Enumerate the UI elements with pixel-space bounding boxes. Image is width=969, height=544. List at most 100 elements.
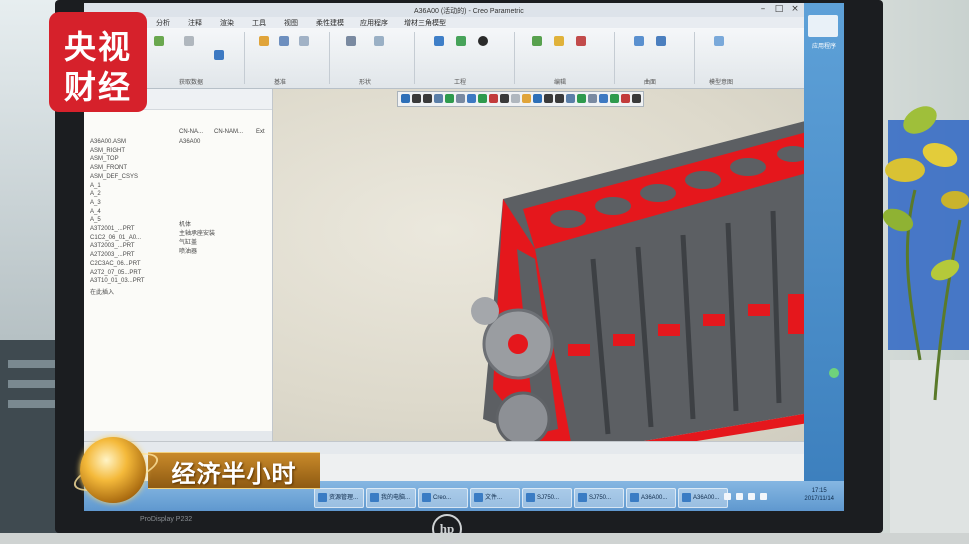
tree-row[interactable]: A_1 <box>90 183 101 191</box>
gadget-logo[interactable] <box>808 15 838 37</box>
menu-tools[interactable]: 工具 <box>252 18 266 28</box>
ribbon: 操作 获取数据 基准 形状 工程 编辑 曲面 模型意图 <box>84 28 844 89</box>
app-icon <box>682 493 691 502</box>
menu-render[interactable]: 渲染 <box>220 18 234 28</box>
gear-hub <box>508 334 528 354</box>
clock-date: 2017/11/14 <box>804 496 834 502</box>
window-titlebar: A36A00 (活动的) - Creo Parametric – □ × <box>84 3 844 17</box>
tree-row[interactable]: A2T2_07_05...PRT <box>90 270 141 278</box>
menu-annotate[interactable]: 注释 <box>188 18 202 28</box>
app-icon <box>526 493 535 502</box>
tree-row[interactable]: A3T2001_...PRT <box>90 226 135 234</box>
tray-icon[interactable] <box>748 493 755 500</box>
program-globe-icon <box>80 437 146 503</box>
sketch-icon[interactable] <box>346 36 356 46</box>
group-shapes: 形状 <box>359 80 372 86</box>
gadget-status-dot <box>829 368 839 378</box>
trim-icon[interactable] <box>576 36 586 46</box>
tree-row[interactable]: C1C2_06_01_A0... <box>90 235 141 243</box>
group-get-data: 获取数据 <box>179 80 204 86</box>
taskbar-button[interactable]: 资源管理... <box>314 488 364 508</box>
taskbar-button-label: 我的电脑... <box>381 495 411 501</box>
tree-row[interactable]: A_4 <box>90 209 101 217</box>
taskbar-button[interactable]: 我的电脑... <box>366 488 416 508</box>
tree-column-3[interactable]: Ext <box>256 129 265 135</box>
point-icon[interactable] <box>299 36 309 46</box>
taskbar-button-label: A36A00... <box>693 495 720 501</box>
ribbon-separator <box>694 32 695 84</box>
tray-icon[interactable] <box>724 493 731 500</box>
hole-icon[interactable] <box>434 36 444 46</box>
freestyle-icon[interactable] <box>656 36 666 46</box>
ribbon-separator <box>244 32 245 84</box>
round-icon[interactable] <box>456 36 466 46</box>
tree-row[interactable]: A_5 <box>90 217 101 225</box>
axis-icon[interactable] <box>279 36 289 46</box>
engine-block-model[interactable] <box>273 89 844 441</box>
extrude-icon[interactable] <box>374 36 384 46</box>
maximize-icon[interactable]: □ <box>772 4 786 15</box>
mirror-icon[interactable] <box>532 36 542 46</box>
gadget-label: 应用程序 <box>811 44 836 50</box>
tree-row[interactable]: A3T2003_...PRT <box>90 243 135 251</box>
taskbar-button[interactable]: A36A00... <box>678 488 728 508</box>
tree-row[interactable]: 在此插入 <box>90 287 114 296</box>
tree-value: A36A00 <box>179 139 201 145</box>
plant-leaves <box>882 106 969 401</box>
plane-icon[interactable] <box>259 36 269 46</box>
tree-row[interactable]: A3T10_01_03...PRT <box>90 278 145 286</box>
shrinkwrap-icon[interactable] <box>214 50 224 60</box>
shell-icon[interactable] <box>478 36 488 46</box>
ribbon-separator <box>329 32 330 84</box>
app-icon <box>370 493 379 502</box>
ribbon-separator <box>614 32 615 84</box>
tree-row[interactable]: ASM_TOP <box>90 156 119 164</box>
taskbar-button[interactable]: A36A00... <box>626 488 676 508</box>
menu-apps[interactable]: 应用程序 <box>360 18 388 28</box>
tree-column-1[interactable]: CN-NA... <box>179 129 203 135</box>
tray-icon[interactable] <box>736 493 743 500</box>
volume-icon[interactable] <box>760 493 767 500</box>
menu-additive[interactable]: 增材三角模型 <box>404 18 446 28</box>
tree-row[interactable]: A_3 <box>90 200 101 208</box>
close-icon[interactable]: × <box>788 4 802 15</box>
taskbar-button[interactable]: SJ750... <box>522 488 572 508</box>
taskbar-clock[interactable]: 17:15 2017/11/14 <box>804 487 834 503</box>
monitor-model-label: ProDisplay P232 <box>140 516 193 523</box>
tree-row[interactable]: C2C3AC_06...PRT <box>90 261 141 269</box>
tree-value: 喷油器 <box>179 249 198 255</box>
taskbar-button-label: SJ750... <box>589 495 612 501</box>
menu-flexible[interactable]: 柔性建模 <box>316 18 344 28</box>
ribbon-separator <box>414 32 415 84</box>
taskbar-button[interactable]: SJ750... <box>574 488 624 508</box>
menu-bar: 文件 模型 分析 注释 渲染 工具 视图 柔性建模 应用程序 增材三角模型 <box>84 17 844 28</box>
program-title: 经济半小时 <box>171 460 297 488</box>
tree-row[interactable]: A2T2003_...PRT <box>90 252 135 260</box>
tree-value: 主轴承座安装 <box>179 231 216 237</box>
menu-view[interactable]: 视图 <box>284 18 298 28</box>
boundary-icon[interactable] <box>634 36 644 46</box>
app-icon <box>630 493 639 502</box>
tree-column-2[interactable]: CN-NAM... <box>214 129 243 135</box>
taskbar-button[interactable]: Creo... <box>418 488 468 508</box>
tree-row[interactable]: ASM_DEF_CSYS <box>90 174 138 182</box>
desktop-gadget-panel <box>804 3 844 481</box>
app-icon <box>318 493 327 502</box>
tree-value: 机体 <box>179 222 192 228</box>
minimize-icon[interactable]: – <box>756 4 770 15</box>
tree-row[interactable]: ASM_FRONT <box>90 165 127 173</box>
family-table-icon[interactable] <box>714 36 724 46</box>
tree-row[interactable]: ASM_RIGHT <box>90 148 125 156</box>
tree-row[interactable]: A_2 <box>90 191 101 199</box>
taskbar-button[interactable]: 文件... <box>470 488 520 508</box>
window-title: A36A00 (活动的) - Creo Parametric <box>414 8 524 15</box>
idler-gear <box>471 297 499 325</box>
paste-icon[interactable] <box>154 36 164 46</box>
tree-row[interactable]: A36A00.ASM <box>90 139 126 147</box>
taskbar-button-label: SJ750... <box>537 495 560 501</box>
user-defined-icon[interactable] <box>184 36 194 46</box>
graphics-viewport[interactable] <box>273 89 844 441</box>
menu-analysis[interactable]: 分析 <box>156 18 170 28</box>
pattern-icon[interactable] <box>554 36 564 46</box>
group-engineering: 工程 <box>454 80 467 86</box>
